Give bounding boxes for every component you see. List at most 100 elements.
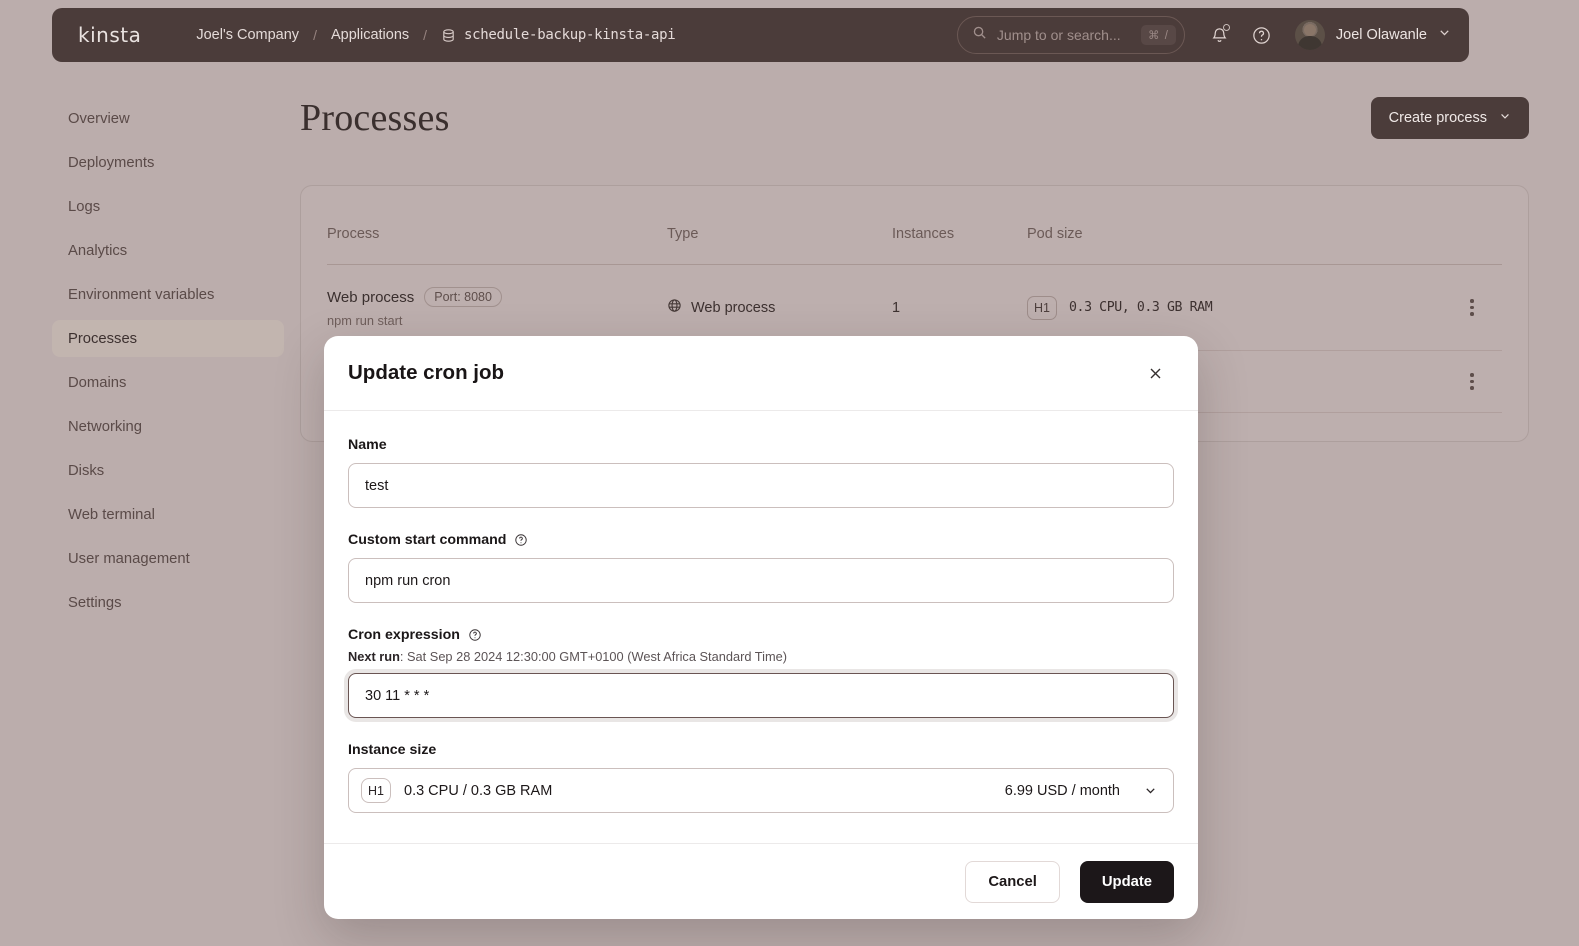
- name-input[interactable]: test: [348, 463, 1174, 508]
- page-header: Processes Create process: [300, 96, 1529, 140]
- column-header-process: Process: [327, 186, 667, 265]
- sidebar-item-domains[interactable]: Domains: [52, 364, 284, 401]
- modal-header: Update cron job: [324, 336, 1198, 411]
- sidebar-item-processes[interactable]: Processes: [52, 320, 284, 357]
- cron-expression-label: Cron expression: [348, 627, 1174, 643]
- sidebar-item-label: Processes: [68, 330, 138, 347]
- sidebar-item-label: Domains: [68, 374, 127, 391]
- instance-size-price: 6.99 USD / month: [1004, 782, 1120, 799]
- table-header-row: Process Type Instances Pod size: [327, 186, 1502, 265]
- page-title: Processes: [300, 97, 450, 139]
- breadcrumb-separator: /: [313, 27, 317, 43]
- column-header-instances: Instances: [892, 186, 1027, 265]
- kebab-menu-icon[interactable]: [1442, 299, 1502, 316]
- help-circle-icon: [1253, 26, 1271, 44]
- sidebar-item-logs[interactable]: Logs: [52, 188, 284, 225]
- sidebar-item-label: Disks: [68, 462, 105, 479]
- notifications-button[interactable]: [1201, 16, 1239, 54]
- sidebar-item-label: Deployments: [68, 154, 155, 171]
- help-button[interactable]: [1243, 16, 1281, 54]
- column-header-actions: [1442, 186, 1502, 265]
- process-type-label: Web process: [691, 299, 776, 316]
- create-process-button[interactable]: Create process: [1370, 97, 1529, 139]
- instance-size-badge: H1: [361, 778, 391, 803]
- user-menu[interactable]: Joel Olawanle: [1294, 20, 1451, 50]
- breadcrumb-app[interactable]: schedule-backup-kinsta-api: [441, 27, 676, 43]
- instance-size-select[interactable]: H1 0.3 CPU / 0.3 GB RAM 6.99 USD / month: [348, 768, 1174, 813]
- field-cron-expression: Cron expression Next run: Sat Sep 28 202…: [348, 627, 1174, 718]
- kebab-menu-icon[interactable]: [1442, 373, 1502, 390]
- port-badge: Port: 8080: [424, 287, 502, 307]
- sidebar-item-user-management[interactable]: User management: [52, 540, 284, 577]
- next-run-label: Next run: [348, 649, 400, 664]
- pod-badge: H1: [1027, 295, 1057, 320]
- globe-icon: [667, 298, 682, 317]
- breadcrumb-separator: /: [423, 27, 428, 43]
- modal-body: Name test Custom start command npm run c…: [324, 411, 1198, 843]
- next-run-value: : Sat Sep 28 2024 12:30:00 GMT+0100 (Wes…: [399, 649, 787, 664]
- update-cron-job-modal: Update cron job Name test Custom start c…: [324, 336, 1198, 919]
- field-start-command: Custom start command npm run cron: [348, 532, 1174, 603]
- sidebar-item-environment-variables[interactable]: Environment variables: [52, 276, 284, 313]
- name-label-text: Name: [348, 437, 387, 453]
- modal-footer: Cancel Update: [324, 843, 1198, 919]
- sidebar-item-label: Networking: [68, 418, 143, 435]
- top-bar: kinsta Joel's Company / Applications / s…: [52, 8, 1469, 62]
- sidebar: Overview Deployments Logs Analytics Envi…: [52, 100, 284, 628]
- process-name: Web process: [327, 288, 415, 306]
- process-command: npm run start: [327, 313, 403, 328]
- sidebar-item-label: Web terminal: [68, 506, 155, 523]
- cell-actions: [1442, 264, 1502, 351]
- sidebar-item-label: Overview: [68, 110, 130, 127]
- chevron-down-icon: [1438, 26, 1451, 44]
- column-header-pod-size: Pod size: [1027, 186, 1442, 265]
- start-command-input[interactable]: npm run cron: [348, 558, 1174, 603]
- search-icon: [972, 25, 987, 45]
- search-shortcut-chip: ⌘ /: [1141, 25, 1176, 45]
- instance-size-spec: 0.3 CPU / 0.3 GB RAM: [404, 782, 553, 799]
- top-bar-actions: Joel Olawanle: [1201, 16, 1451, 54]
- kinsta-logo[interactable]: kinsta: [78, 23, 141, 47]
- sidebar-item-label: Logs: [68, 198, 101, 215]
- user-name: Joel Olawanle: [1335, 27, 1427, 43]
- sidebar-item-deployments[interactable]: Deployments: [52, 144, 284, 181]
- cron-expression-input[interactable]: 30 11 * * *: [348, 673, 1174, 718]
- chevron-down-icon: [1144, 784, 1157, 797]
- modal-title: Update cron job: [348, 361, 505, 384]
- instance-size-label: Instance size: [348, 742, 1174, 758]
- field-instance-size: Instance size H1 0.3 CPU / 0.3 GB RAM 6.…: [348, 742, 1174, 813]
- stack-icon: [441, 28, 456, 43]
- breadcrumb: Joel's Company / Applications / schedule…: [196, 27, 675, 43]
- help-circle-icon[interactable]: [468, 628, 482, 642]
- breadcrumb-company[interactable]: Joel's Company: [196, 27, 299, 43]
- cancel-button[interactable]: Cancel: [965, 860, 1060, 903]
- column-header-type: Type: [667, 186, 892, 265]
- start-command-label-text: Custom start command: [348, 532, 507, 548]
- breadcrumb-app-label: schedule-backup-kinsta-api: [464, 27, 676, 43]
- avatar: [1294, 20, 1325, 50]
- instance-size-label-text: Instance size: [348, 742, 437, 758]
- sidebar-item-label: Environment variables: [68, 286, 215, 303]
- chevron-down-icon: [1499, 110, 1511, 126]
- close-icon[interactable]: [1142, 360, 1168, 386]
- search-input[interactable]: Jump to or search... ⌘ /: [956, 16, 1185, 54]
- field-name: Name test: [348, 437, 1174, 508]
- help-circle-icon[interactable]: [514, 533, 528, 547]
- breadcrumb-applications[interactable]: Applications: [331, 27, 409, 43]
- notification-badge: [1222, 24, 1230, 31]
- sidebar-item-analytics[interactable]: Analytics: [52, 232, 284, 269]
- next-run-text: Next run: Sat Sep 28 2024 12:30:00 GMT+0…: [348, 649, 1174, 664]
- sidebar-item-disks[interactable]: Disks: [52, 452, 284, 489]
- cell-actions: [1442, 350, 1502, 413]
- create-process-label: Create process: [1388, 110, 1487, 126]
- update-button[interactable]: Update: [1079, 860, 1174, 903]
- sidebar-item-overview[interactable]: Overview: [52, 100, 284, 137]
- cron-expression-label-text: Cron expression: [348, 627, 460, 643]
- search-placeholder: Jump to or search...: [996, 27, 1121, 43]
- sidebar-item-web-terminal[interactable]: Web terminal: [52, 496, 284, 533]
- sidebar-item-settings[interactable]: Settings: [52, 584, 284, 621]
- start-command-label: Custom start command: [348, 532, 1174, 548]
- sidebar-item-networking[interactable]: Networking: [52, 408, 284, 445]
- sidebar-item-label: User management: [68, 550, 190, 567]
- sidebar-item-label: Analytics: [68, 242, 128, 259]
